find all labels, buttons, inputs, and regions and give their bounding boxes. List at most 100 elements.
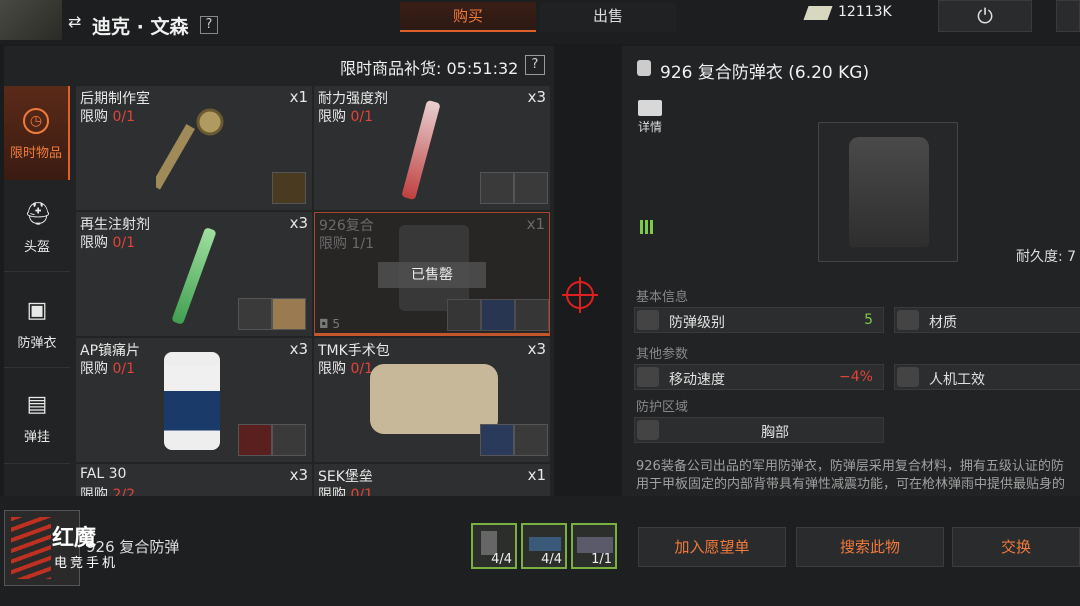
attachment-slot[interactable]: 1/1 — [571, 523, 617, 569]
attr-move-speed: 移动速度 −4% — [634, 364, 884, 390]
item-name: 再生注射剂 — [80, 217, 150, 233]
limit-count: 0/1 — [350, 109, 373, 125]
detail-title: 926 复合防弹衣 (6.20 KG) — [660, 63, 870, 83]
trader-name: 迪克 · 文森 — [92, 16, 189, 38]
reward-icon — [238, 298, 272, 330]
shop-item[interactable]: 后期制作室 限购 0/1 x1 — [76, 86, 312, 210]
item-qty: x1 — [289, 88, 308, 106]
item-name: 后期制作室 — [80, 91, 150, 107]
attr-material: 材质 — [894, 307, 1080, 333]
item-qty: x3 — [527, 88, 546, 106]
limit-count: 0/1 — [112, 109, 135, 125]
section-other-params: 其他参数 — [636, 347, 689, 362]
item-limit: 限购 0/1 — [318, 484, 373, 496]
category-helmet[interactable]: ⛑ 头盔 — [4, 180, 70, 272]
restock-timer: 限时商品补货: 05:51:32 — [340, 59, 519, 78]
watermark-logo: 红魔 — [52, 526, 97, 551]
power-button[interactable]: ⏻ — [938, 0, 1032, 32]
tab-buy[interactable]: 购买 — [400, 2, 536, 32]
item-qty: x1 — [526, 215, 545, 233]
item-name: SEK堡垒 — [318, 469, 373, 485]
attachment-slot[interactable]: 4/4 — [521, 523, 567, 569]
attachment-slot[interactable]: 4/4 — [471, 523, 517, 569]
search-item-button[interactable]: 搜索此物 — [796, 527, 944, 567]
injector-icon — [171, 226, 217, 326]
reward-icon — [272, 424, 306, 456]
swap-trader-icon[interactable]: ⇄ — [68, 12, 81, 31]
limit-label: 限购 — [80, 109, 108, 125]
corner-button[interactable] — [1056, 0, 1080, 32]
clock-icon: ◷ — [23, 108, 49, 134]
item-limit: 限购 0/1 — [80, 358, 135, 378]
item-qty: x3 — [289, 214, 308, 232]
pill-bottle-icon — [164, 352, 220, 450]
shop-item[interactable]: SEK堡垒 限购 0/1 x1 — [314, 464, 550, 496]
slot-icon — [481, 299, 515, 331]
grid-icon — [640, 220, 654, 234]
trader-help-button[interactable]: ? — [200, 16, 218, 34]
item-name: 耐力强度剂 — [318, 91, 388, 107]
category-limited[interactable]: ◷ 限时物品 — [4, 86, 70, 180]
limit-count: 2/2 — [112, 487, 135, 496]
item-description: 926装备公司出品的军用防弹衣，防弹层采用复合材料，拥有五级认证的防 用于甲板固… — [636, 459, 1066, 492]
item-limit: 限购 2/2 — [80, 484, 135, 496]
pistol-icon — [897, 367, 919, 387]
helmet-icon: ⛑ — [24, 202, 52, 227]
shop-item[interactable]: 耐力强度剂 限购 0/1 x3 — [314, 86, 550, 210]
trader-avatar[interactable] — [0, 0, 62, 40]
details-icon[interactable] — [638, 100, 662, 116]
section-protect-area: 防护区域 — [636, 400, 689, 415]
category-rig[interactable]: ▤ 弹挂 — [4, 370, 70, 464]
category-label: 弹挂 — [23, 430, 50, 445]
material-icon — [897, 310, 919, 330]
category-vest[interactable]: ▣ 防弹衣 — [4, 274, 70, 368]
shop-item[interactable]: 再生注射剂 限购 0/1 x3 — [76, 212, 312, 336]
slot-item-icon — [529, 537, 561, 551]
durability: 耐久度: 7 — [1016, 249, 1077, 265]
limit-label: 限购 — [80, 487, 108, 496]
item-limit: 限购 0/1 — [318, 106, 373, 126]
attr-chest: 胸部 — [634, 417, 884, 443]
item-preview — [818, 122, 958, 262]
item-name: TMK手术包 — [318, 343, 390, 359]
category-more[interactable] — [4, 466, 70, 496]
add-wishlist-button[interactable]: 加入愿望单 — [638, 527, 786, 567]
reward-icon — [272, 172, 306, 204]
shop-item[interactable]: TMK手术包 限购 0/1 x3 — [314, 338, 550, 462]
shop-item[interactable]: FAL 30 限购 2/2 x3 — [76, 464, 312, 496]
armor-level-badge: ◘ 5 — [319, 317, 340, 331]
reward-icon — [480, 424, 514, 456]
limit-label: 限购 — [80, 235, 108, 251]
crosshair-icon — [562, 277, 598, 313]
trade-button[interactable]: 交换 — [952, 527, 1080, 567]
limit-count: 0/1 — [112, 235, 135, 251]
attr-ergonomics: 人机工效 — [894, 364, 1080, 390]
surgical-kit-icon — [370, 364, 498, 434]
item-name: 926复合 — [319, 218, 374, 234]
reward-icon — [238, 424, 272, 456]
restock-help-button[interactable]: ? — [525, 55, 545, 75]
key-icon — [156, 108, 224, 190]
vest-image — [849, 137, 929, 247]
details-label[interactable]: 详情 — [638, 118, 662, 135]
limit-label: 限购 — [319, 236, 347, 252]
item-qty: x3 — [289, 466, 308, 484]
slot-icon — [447, 299, 481, 331]
money-balance: 12113K — [838, 4, 892, 20]
reward-icon — [514, 424, 548, 456]
slot-item-icon — [577, 537, 613, 553]
shop-item[interactable]: AP镇痛片 限购 0/1 x3 — [76, 338, 312, 462]
item-limit: 限购 1/1 — [319, 233, 374, 253]
limit-count: 1/1 — [351, 236, 374, 252]
item-qty: x1 — [527, 466, 546, 484]
rig-icon: ▤ — [26, 392, 48, 417]
tab-sell[interactable]: 出售 — [540, 2, 676, 32]
bag-icon — [24, 486, 50, 496]
item-limit: 限购 0/1 — [318, 358, 373, 378]
torso-icon — [637, 420, 659, 440]
vest-icon: ▣ — [26, 298, 48, 323]
category-label: 防弹衣 — [17, 336, 57, 351]
item-qty: x3 — [527, 340, 546, 358]
money-icon — [803, 6, 833, 20]
category-label: 头盔 — [23, 240, 50, 255]
